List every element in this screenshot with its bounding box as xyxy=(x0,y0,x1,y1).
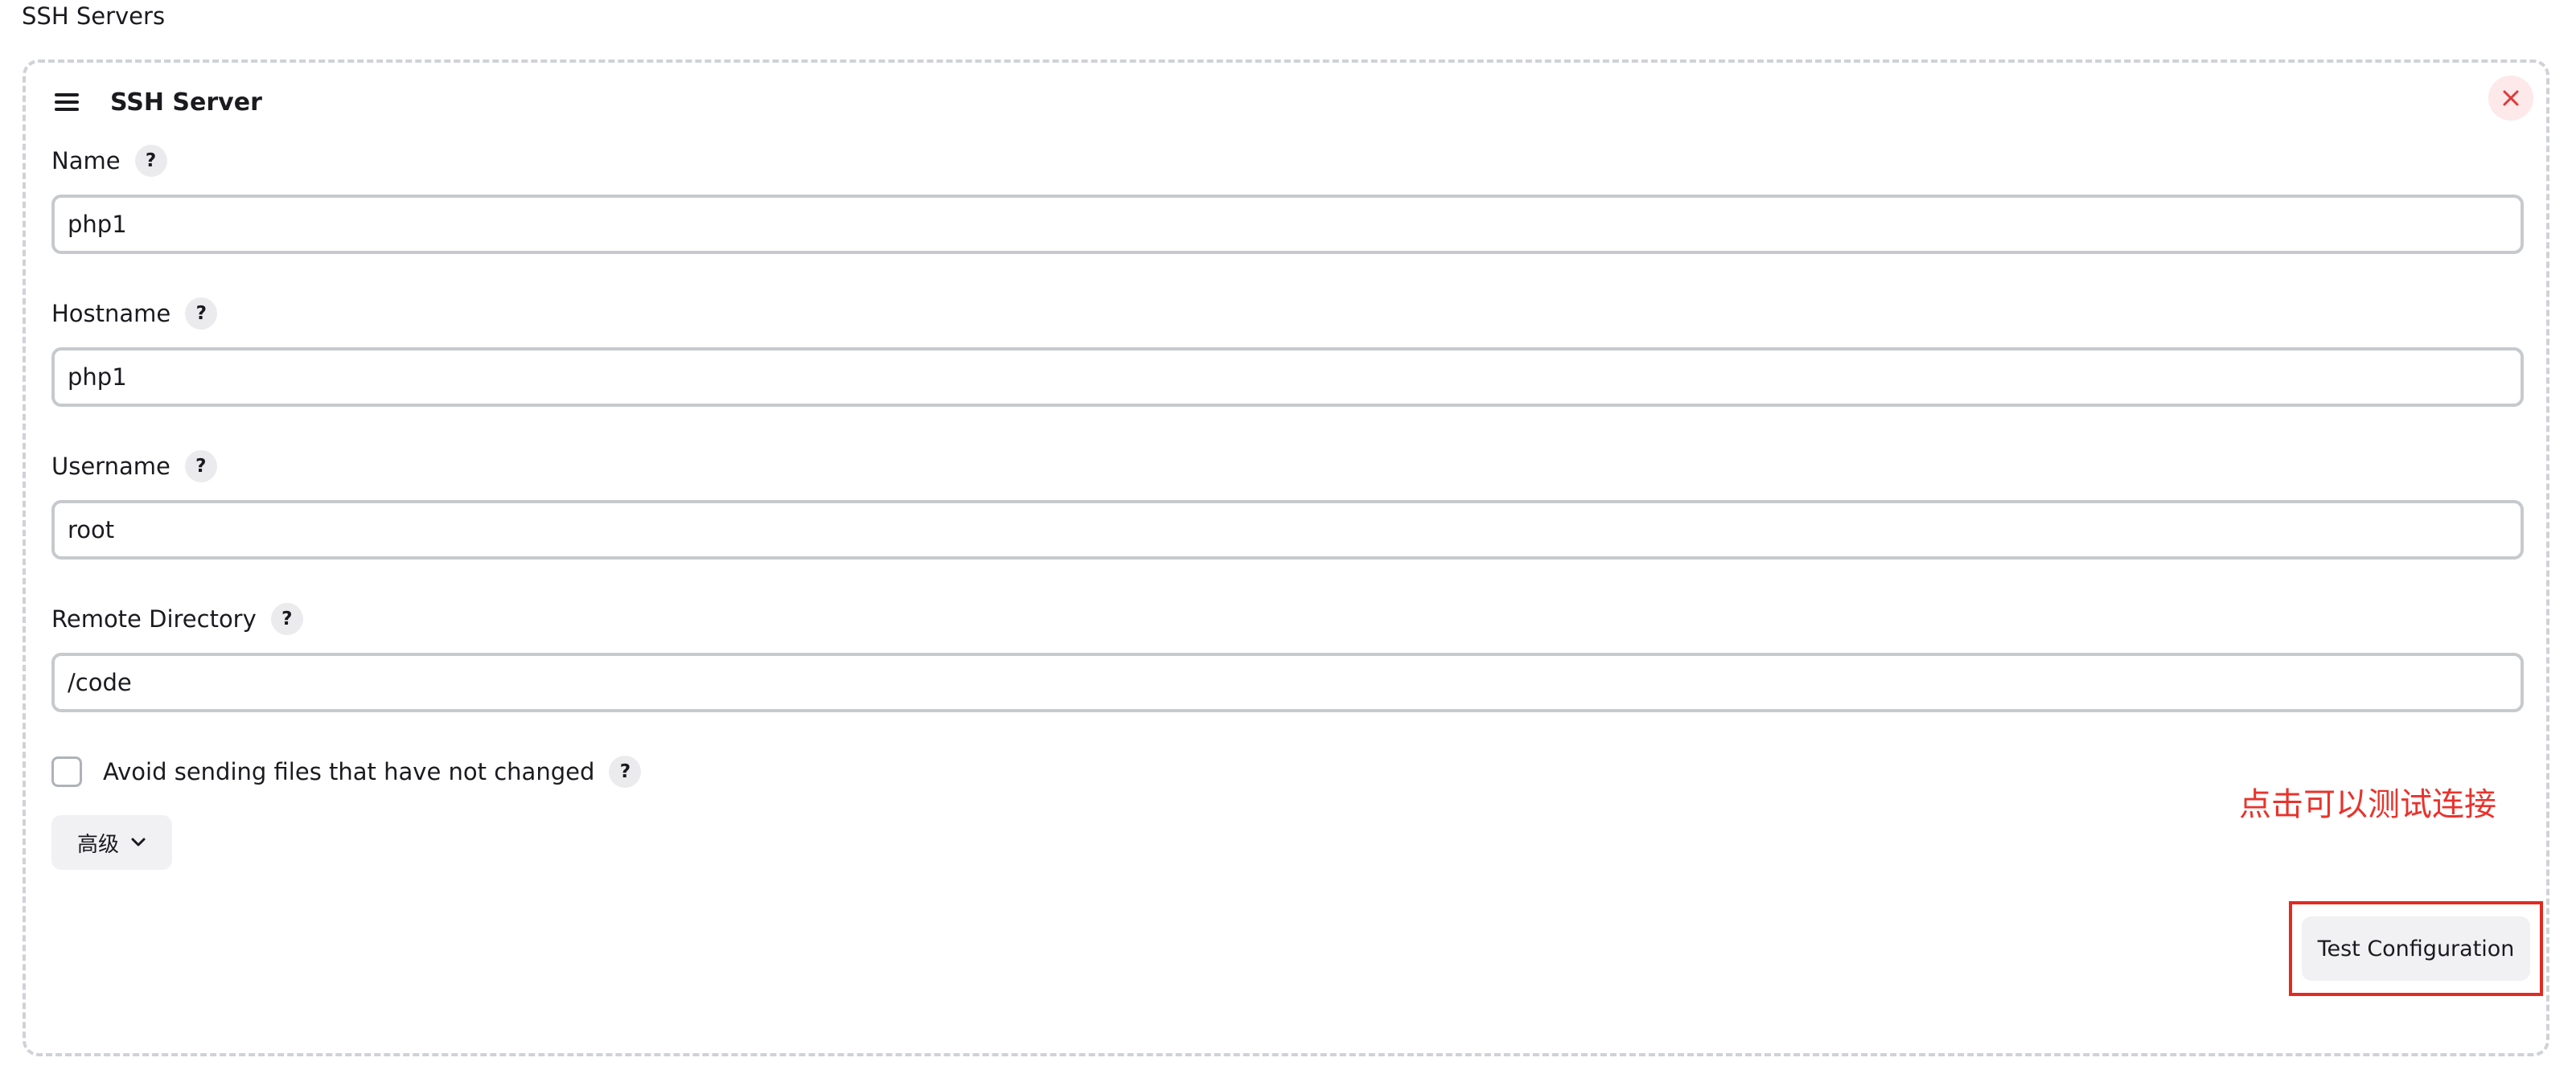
close-icon xyxy=(2503,90,2519,106)
name-field-label: Name ? xyxy=(51,145,167,177)
test-configuration-button[interactable]: Test Configuration xyxy=(2302,916,2530,981)
username-help-icon[interactable]: ? xyxy=(184,450,217,482)
hostname-label: Hostname xyxy=(51,300,171,327)
section-title: SSH Servers xyxy=(22,2,166,30)
avoid-sending-label[interactable]: Avoid sending files that have not change… xyxy=(103,758,594,785)
advanced-label: 高级 xyxy=(76,832,119,857)
avoid-sending-checkbox[interactable] xyxy=(51,756,82,787)
hostname-input[interactable] xyxy=(51,347,2524,407)
remote-directory-field-label: Remote Directory ? xyxy=(51,603,303,635)
hostname-help-icon[interactable]: ? xyxy=(185,297,218,330)
delete-server-button[interactable] xyxy=(2488,76,2533,121)
chevron-down-icon xyxy=(131,838,146,847)
remote-directory-input[interactable] xyxy=(51,653,2524,712)
name-help-icon[interactable]: ? xyxy=(134,145,167,177)
advanced-button[interactable]: 高级 xyxy=(51,815,172,870)
username-field-label: Username ? xyxy=(51,450,217,482)
name-input[interactable] xyxy=(51,195,2524,254)
username-label: Username xyxy=(51,453,171,480)
remote-directory-label: Remote Directory xyxy=(51,605,257,633)
username-input[interactable] xyxy=(51,500,2524,560)
remote-directory-help-icon[interactable]: ? xyxy=(270,603,303,635)
hamburger-icon[interactable] xyxy=(55,93,79,111)
avoid-sending-row: Avoid sending files that have not change… xyxy=(51,754,642,789)
annotation-text: 点击可以测试连接 xyxy=(2239,786,2496,823)
card-header: SSH Server xyxy=(26,63,2546,143)
ssh-server-card: SSH Server Name ? Hostname ? Username ? … xyxy=(23,59,2549,1056)
hostname-field-label: Hostname ? xyxy=(51,297,218,330)
card-title: SSH Server xyxy=(110,88,262,117)
avoid-sending-help-icon[interactable]: ? xyxy=(609,756,642,788)
name-label: Name xyxy=(51,147,121,174)
